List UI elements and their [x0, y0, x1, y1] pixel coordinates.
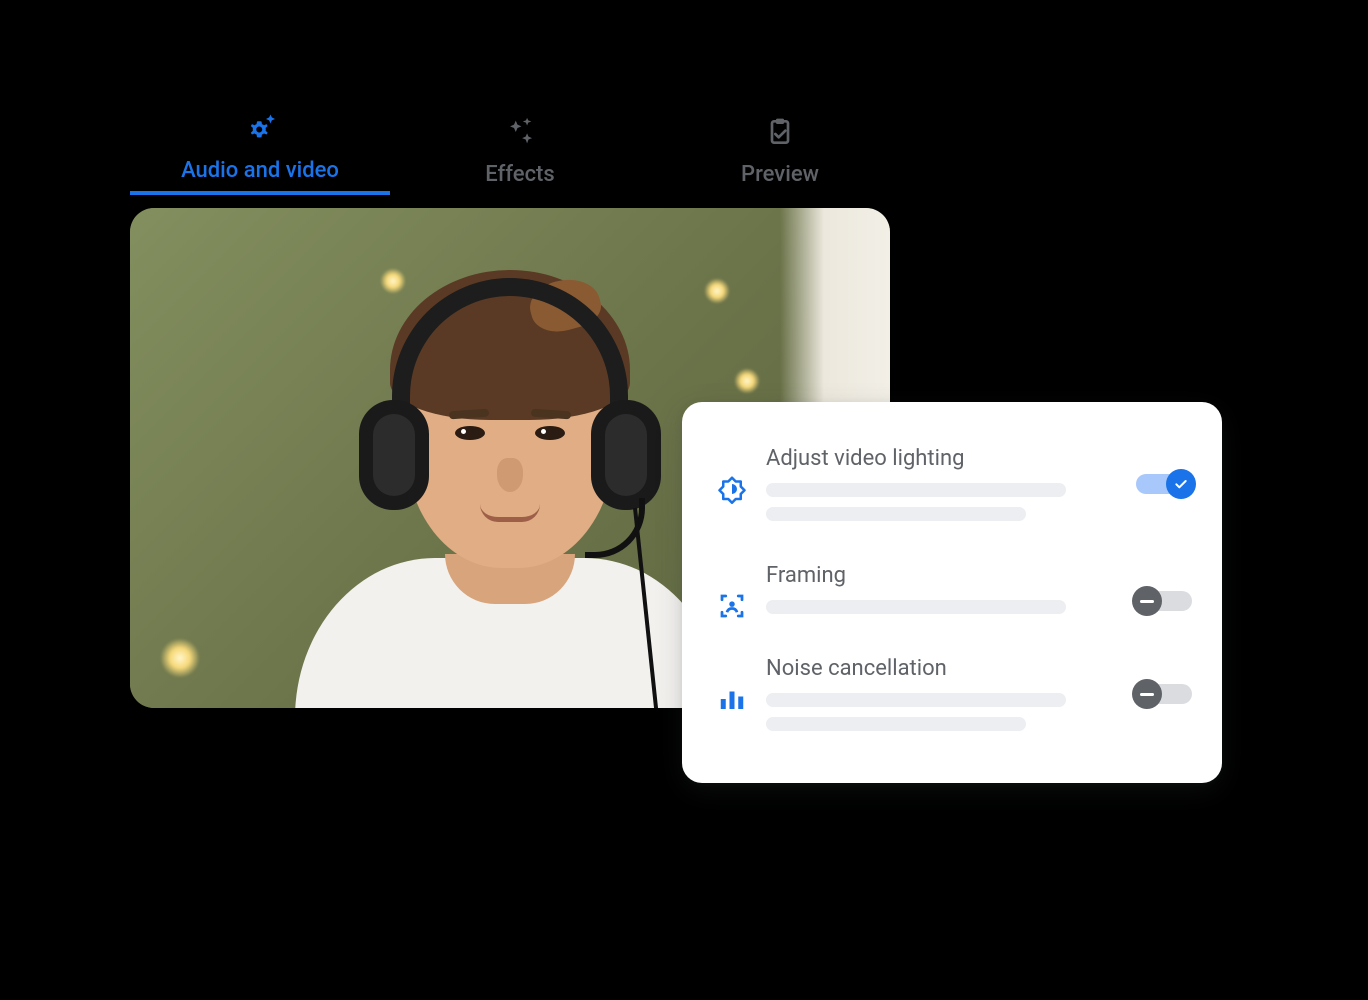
setting-title: Adjust video lighting: [766, 446, 1114, 471]
tab-preview[interactable]: Preview: [650, 112, 910, 195]
tab-audio-and-video[interactable]: Audio and video: [130, 108, 390, 195]
sparkles-icon: [503, 112, 537, 152]
setting-framing: Framing: [712, 549, 1192, 642]
tab-effects[interactable]: Effects: [390, 112, 650, 195]
framing-person-icon: [712, 563, 752, 621]
brightness-icon: [712, 446, 752, 504]
setting-description-placeholder: [766, 693, 1066, 707]
gear-sparkle-icon: [242, 108, 278, 148]
tab-label: Preview: [741, 162, 819, 187]
settings-tabs: Audio and video Effects Preview: [130, 108, 910, 195]
toggle-noise-cancellation[interactable]: [1136, 684, 1192, 704]
setting-adjust-video-lighting: Adjust video lighting: [712, 432, 1192, 549]
clipboard-check-icon: [764, 112, 796, 152]
setting-description-placeholder: [766, 507, 1026, 521]
equalizer-icon: [712, 656, 752, 714]
toggle-adjust-video-lighting[interactable]: [1136, 474, 1192, 494]
tab-label: Audio and video: [181, 158, 339, 183]
setting-description-placeholder: [766, 600, 1066, 614]
toggle-framing[interactable]: [1136, 591, 1192, 611]
setting-description-placeholder: [766, 717, 1026, 731]
setting-noise-cancellation: Noise cancellation: [712, 642, 1192, 759]
setting-title: Framing: [766, 563, 1114, 588]
tab-label: Effects: [485, 162, 554, 187]
setting-title: Noise cancellation: [766, 656, 1114, 681]
audio-video-settings-panel: Adjust video lighting Framing: [682, 402, 1222, 783]
setting-description-placeholder: [766, 483, 1066, 497]
